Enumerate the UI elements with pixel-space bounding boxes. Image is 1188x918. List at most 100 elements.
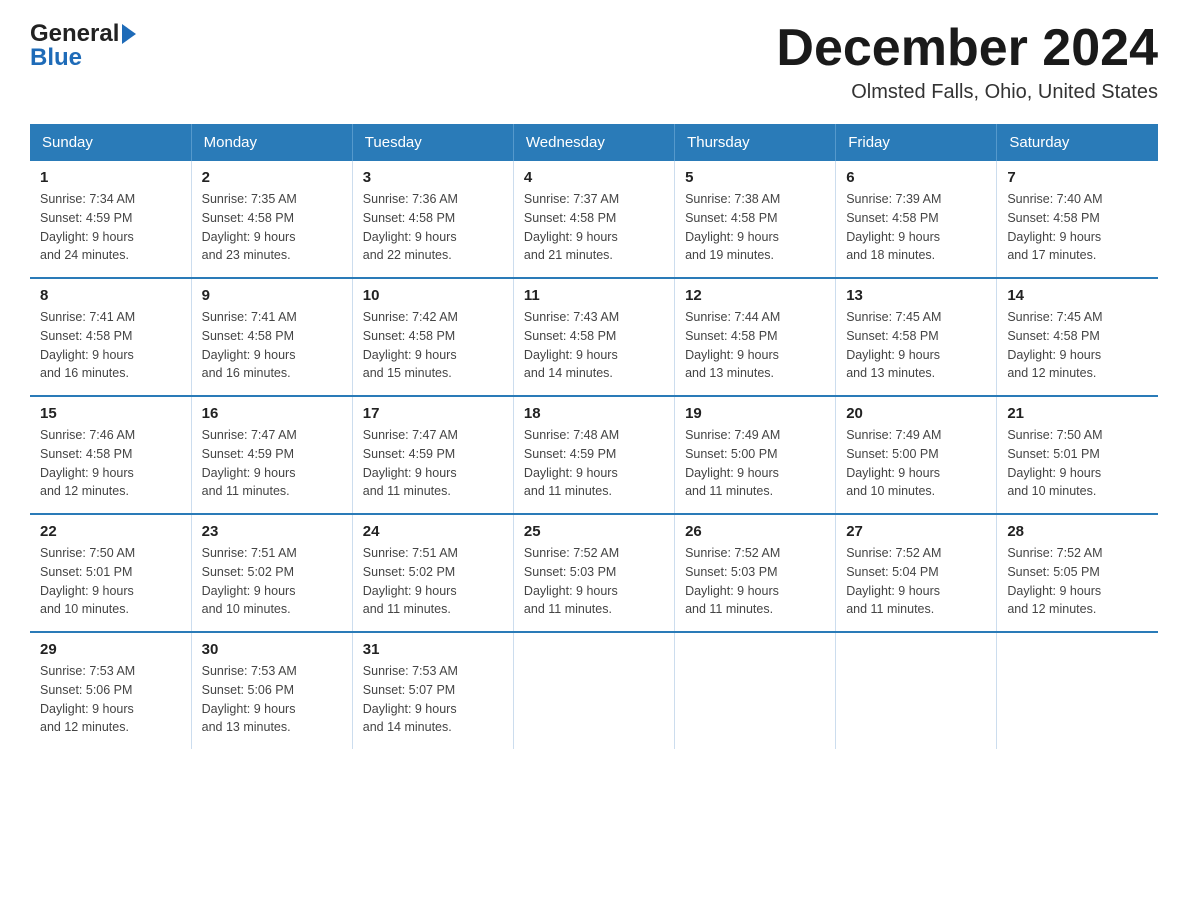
- month-title: December 2024: [776, 20, 1158, 77]
- table-row: 17 Sunrise: 7:47 AM Sunset: 4:59 PM Dayl…: [352, 396, 513, 514]
- day-number: 27: [846, 523, 986, 540]
- title-area: December 2024 Olmsted Falls, Ohio, Unite…: [776, 20, 1158, 104]
- day-number: 23: [202, 523, 342, 540]
- day-info: Sunrise: 7:53 AM Sunset: 5:06 PM Dayligh…: [202, 662, 342, 737]
- table-row: [513, 632, 674, 749]
- header-monday: Monday: [191, 124, 352, 161]
- logo: General Blue: [30, 20, 136, 72]
- day-info: Sunrise: 7:49 AM Sunset: 5:00 PM Dayligh…: [685, 426, 825, 501]
- day-number: 16: [202, 405, 342, 422]
- logo-blue-text: Blue: [30, 44, 82, 71]
- header-thursday: Thursday: [675, 124, 836, 161]
- day-number: 22: [40, 523, 181, 540]
- day-info: Sunrise: 7:40 AM Sunset: 4:58 PM Dayligh…: [1007, 190, 1148, 265]
- table-row: 8 Sunrise: 7:41 AM Sunset: 4:58 PM Dayli…: [30, 278, 191, 396]
- day-number: 9: [202, 287, 342, 304]
- day-number: 8: [40, 287, 181, 304]
- day-info: Sunrise: 7:45 AM Sunset: 4:58 PM Dayligh…: [1007, 308, 1148, 383]
- table-row: 27 Sunrise: 7:52 AM Sunset: 5:04 PM Dayl…: [836, 514, 997, 632]
- day-number: 4: [524, 169, 664, 186]
- day-number: 31: [363, 641, 503, 658]
- day-info: Sunrise: 7:52 AM Sunset: 5:03 PM Dayligh…: [685, 544, 825, 619]
- day-info: Sunrise: 7:48 AM Sunset: 4:59 PM Dayligh…: [524, 426, 664, 501]
- day-info: Sunrise: 7:47 AM Sunset: 4:59 PM Dayligh…: [202, 426, 342, 501]
- table-row: 3 Sunrise: 7:36 AM Sunset: 4:58 PM Dayli…: [352, 161, 513, 278]
- day-number: 28: [1007, 523, 1148, 540]
- table-row: 26 Sunrise: 7:52 AM Sunset: 5:03 PM Dayl…: [675, 514, 836, 632]
- day-number: 19: [685, 405, 825, 422]
- calendar-table: Sunday Monday Tuesday Wednesday Thursday…: [30, 124, 1158, 749]
- day-info: Sunrise: 7:45 AM Sunset: 4:58 PM Dayligh…: [846, 308, 986, 383]
- table-row: 28 Sunrise: 7:52 AM Sunset: 5:05 PM Dayl…: [997, 514, 1158, 632]
- table-row: 9 Sunrise: 7:41 AM Sunset: 4:58 PM Dayli…: [191, 278, 352, 396]
- day-number: 17: [363, 405, 503, 422]
- calendar-week-row: 1 Sunrise: 7:34 AM Sunset: 4:59 PM Dayli…: [30, 161, 1158, 278]
- table-row: 20 Sunrise: 7:49 AM Sunset: 5:00 PM Dayl…: [836, 396, 997, 514]
- header-tuesday: Tuesday: [352, 124, 513, 161]
- day-number: 10: [363, 287, 503, 304]
- table-row: 29 Sunrise: 7:53 AM Sunset: 5:06 PM Dayl…: [30, 632, 191, 749]
- header-wednesday: Wednesday: [513, 124, 674, 161]
- day-number: 15: [40, 405, 181, 422]
- weekday-header-row: Sunday Monday Tuesday Wednesday Thursday…: [30, 124, 1158, 161]
- header-saturday: Saturday: [997, 124, 1158, 161]
- calendar-week-row: 29 Sunrise: 7:53 AM Sunset: 5:06 PM Dayl…: [30, 632, 1158, 749]
- day-number: 7: [1007, 169, 1148, 186]
- day-info: Sunrise: 7:50 AM Sunset: 5:01 PM Dayligh…: [1007, 426, 1148, 501]
- day-info: Sunrise: 7:36 AM Sunset: 4:58 PM Dayligh…: [363, 190, 503, 265]
- table-row: 22 Sunrise: 7:50 AM Sunset: 5:01 PM Dayl…: [30, 514, 191, 632]
- table-row: 30 Sunrise: 7:53 AM Sunset: 5:06 PM Dayl…: [191, 632, 352, 749]
- table-row: 2 Sunrise: 7:35 AM Sunset: 4:58 PM Dayli…: [191, 161, 352, 278]
- day-number: 21: [1007, 405, 1148, 422]
- table-row: 19 Sunrise: 7:49 AM Sunset: 5:00 PM Dayl…: [675, 396, 836, 514]
- day-number: 3: [363, 169, 503, 186]
- location-title: Olmsted Falls, Ohio, United States: [776, 81, 1158, 104]
- day-number: 20: [846, 405, 986, 422]
- day-info: Sunrise: 7:41 AM Sunset: 4:58 PM Dayligh…: [202, 308, 342, 383]
- table-row: 10 Sunrise: 7:42 AM Sunset: 4:58 PM Dayl…: [352, 278, 513, 396]
- table-row: [675, 632, 836, 749]
- table-row: 14 Sunrise: 7:45 AM Sunset: 4:58 PM Dayl…: [997, 278, 1158, 396]
- table-row: 1 Sunrise: 7:34 AM Sunset: 4:59 PM Dayli…: [30, 161, 191, 278]
- day-info: Sunrise: 7:51 AM Sunset: 5:02 PM Dayligh…: [363, 544, 503, 619]
- day-info: Sunrise: 7:35 AM Sunset: 4:58 PM Dayligh…: [202, 190, 342, 265]
- day-info: Sunrise: 7:43 AM Sunset: 4:58 PM Dayligh…: [524, 308, 664, 383]
- table-row: 7 Sunrise: 7:40 AM Sunset: 4:58 PM Dayli…: [997, 161, 1158, 278]
- day-info: Sunrise: 7:39 AM Sunset: 4:58 PM Dayligh…: [846, 190, 986, 265]
- day-info: Sunrise: 7:51 AM Sunset: 5:02 PM Dayligh…: [202, 544, 342, 619]
- day-info: Sunrise: 7:46 AM Sunset: 4:58 PM Dayligh…: [40, 426, 181, 501]
- day-number: 11: [524, 287, 664, 304]
- day-info: Sunrise: 7:49 AM Sunset: 5:00 PM Dayligh…: [846, 426, 986, 501]
- table-row: 13 Sunrise: 7:45 AM Sunset: 4:58 PM Dayl…: [836, 278, 997, 396]
- day-info: Sunrise: 7:34 AM Sunset: 4:59 PM Dayligh…: [40, 190, 181, 265]
- header-friday: Friday: [836, 124, 997, 161]
- day-info: Sunrise: 7:42 AM Sunset: 4:58 PM Dayligh…: [363, 308, 503, 383]
- calendar-week-row: 15 Sunrise: 7:46 AM Sunset: 4:58 PM Dayl…: [30, 396, 1158, 514]
- day-number: 6: [846, 169, 986, 186]
- table-row: 12 Sunrise: 7:44 AM Sunset: 4:58 PM Dayl…: [675, 278, 836, 396]
- table-row: 21 Sunrise: 7:50 AM Sunset: 5:01 PM Dayl…: [997, 396, 1158, 514]
- day-number: 14: [1007, 287, 1148, 304]
- day-info: Sunrise: 7:53 AM Sunset: 5:06 PM Dayligh…: [40, 662, 181, 737]
- table-row: 15 Sunrise: 7:46 AM Sunset: 4:58 PM Dayl…: [30, 396, 191, 514]
- day-info: Sunrise: 7:52 AM Sunset: 5:03 PM Dayligh…: [524, 544, 664, 619]
- day-number: 1: [40, 169, 181, 186]
- table-row: 6 Sunrise: 7:39 AM Sunset: 4:58 PM Dayli…: [836, 161, 997, 278]
- day-number: 12: [685, 287, 825, 304]
- day-info: Sunrise: 7:38 AM Sunset: 4:58 PM Dayligh…: [685, 190, 825, 265]
- day-number: 29: [40, 641, 181, 658]
- calendar-week-row: 8 Sunrise: 7:41 AM Sunset: 4:58 PM Dayli…: [30, 278, 1158, 396]
- day-info: Sunrise: 7:52 AM Sunset: 5:04 PM Dayligh…: [846, 544, 986, 619]
- table-row: [836, 632, 997, 749]
- calendar-week-row: 22 Sunrise: 7:50 AM Sunset: 5:01 PM Dayl…: [30, 514, 1158, 632]
- table-row: 25 Sunrise: 7:52 AM Sunset: 5:03 PM Dayl…: [513, 514, 674, 632]
- table-row: 31 Sunrise: 7:53 AM Sunset: 5:07 PM Dayl…: [352, 632, 513, 749]
- day-info: Sunrise: 7:37 AM Sunset: 4:58 PM Dayligh…: [524, 190, 664, 265]
- table-row: 5 Sunrise: 7:38 AM Sunset: 4:58 PM Dayli…: [675, 161, 836, 278]
- day-info: Sunrise: 7:44 AM Sunset: 4:58 PM Dayligh…: [685, 308, 825, 383]
- table-row: 16 Sunrise: 7:47 AM Sunset: 4:59 PM Dayl…: [191, 396, 352, 514]
- day-number: 25: [524, 523, 664, 540]
- day-info: Sunrise: 7:53 AM Sunset: 5:07 PM Dayligh…: [363, 662, 503, 737]
- page-header: General Blue December 2024 Olmsted Falls…: [30, 20, 1158, 104]
- table-row: [997, 632, 1158, 749]
